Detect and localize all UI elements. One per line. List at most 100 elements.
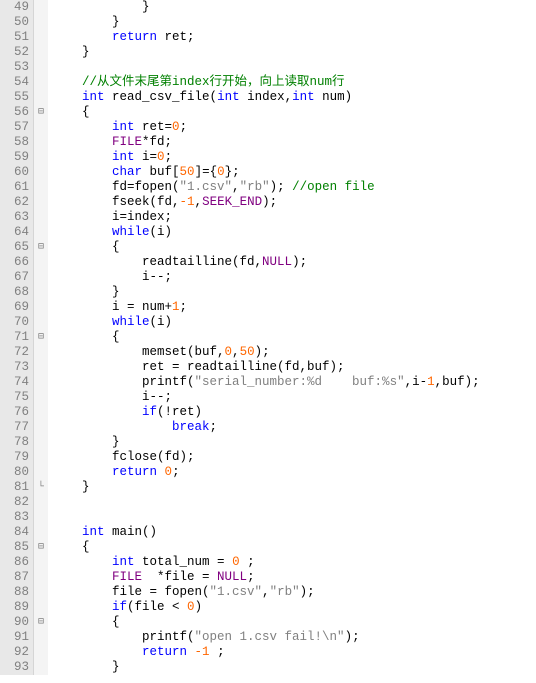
line-number: 92	[0, 645, 29, 660]
code-line[interactable]: i = num+1;	[52, 300, 536, 315]
code-line[interactable]: memset(buf,0,50);	[52, 345, 536, 360]
code-line[interactable]: i=index;	[52, 210, 536, 225]
fold-marker[interactable]: └	[34, 480, 48, 495]
code-line[interactable]: file = fopen("1.csv","rb");	[52, 585, 536, 600]
code-line[interactable]: i--;	[52, 270, 536, 285]
line-number: 82	[0, 495, 29, 510]
fold-marker	[34, 285, 48, 300]
code-line[interactable]: if(file < 0)	[52, 600, 536, 615]
fold-marker[interactable]: ⊟	[34, 615, 48, 630]
code-line[interactable]	[52, 60, 536, 75]
code-line[interactable]: int main()	[52, 525, 536, 540]
fold-marker[interactable]: ⊟	[34, 540, 48, 555]
line-number: 68	[0, 285, 29, 300]
code-line[interactable]: break;	[52, 420, 536, 435]
code-line[interactable]: }	[52, 285, 536, 300]
code-line[interactable]: {	[52, 615, 536, 630]
code-area[interactable]: } } return ret; } //从文件末尾第index行开始，向上读取n…	[48, 0, 536, 675]
line-number: 67	[0, 270, 29, 285]
code-line[interactable]	[52, 495, 536, 510]
fold-marker	[34, 195, 48, 210]
code-line[interactable]: FILE*fd;	[52, 135, 536, 150]
fold-marker[interactable]: ⊟	[34, 330, 48, 345]
code-line[interactable]: }	[52, 660, 536, 675]
code-line[interactable]: {	[52, 105, 536, 120]
line-number: 81	[0, 480, 29, 495]
line-number: 77	[0, 420, 29, 435]
line-number: 55	[0, 90, 29, 105]
line-number-gutter: 4950515253545556575859606162636465666768…	[0, 0, 34, 675]
code-line[interactable]: int i=0;	[52, 150, 536, 165]
code-line[interactable]: ret = readtailline(fd,buf);	[52, 360, 536, 375]
fold-marker	[34, 510, 48, 525]
fold-marker[interactable]: ⊟	[34, 240, 48, 255]
fold-marker	[34, 645, 48, 660]
fold-marker	[34, 435, 48, 450]
fold-marker	[34, 465, 48, 480]
code-line[interactable]: while(i)	[52, 315, 536, 330]
code-line[interactable]: if(!ret)	[52, 405, 536, 420]
code-line[interactable]: int read_csv_file(int index,int num)	[52, 90, 536, 105]
code-line[interactable]: }	[52, 15, 536, 30]
line-number: 56	[0, 105, 29, 120]
code-line[interactable]: return 0;	[52, 465, 536, 480]
code-line[interactable]: fclose(fd);	[52, 450, 536, 465]
line-number: 75	[0, 390, 29, 405]
line-number: 74	[0, 375, 29, 390]
code-line[interactable]: FILE *file = NULL;	[52, 570, 536, 585]
fold-marker	[34, 555, 48, 570]
line-number: 85	[0, 540, 29, 555]
line-number: 69	[0, 300, 29, 315]
fold-marker	[34, 525, 48, 540]
code-line[interactable]: {	[52, 330, 536, 345]
fold-marker	[34, 75, 48, 90]
fold-marker[interactable]: ⊟	[34, 105, 48, 120]
line-number: 90	[0, 615, 29, 630]
code-line[interactable]: }	[52, 0, 536, 15]
line-number: 78	[0, 435, 29, 450]
code-line[interactable]: }	[52, 480, 536, 495]
fold-marker	[34, 15, 48, 30]
line-number: 84	[0, 525, 29, 540]
fold-marker	[34, 150, 48, 165]
line-number: 72	[0, 345, 29, 360]
code-line[interactable]: printf("open 1.csv fail!\n");	[52, 630, 536, 645]
code-line[interactable]: int total_num = 0 ;	[52, 555, 536, 570]
code-line[interactable]: return -1 ;	[52, 645, 536, 660]
fold-marker	[34, 585, 48, 600]
code-line[interactable]: printf("serial_number:%d buf:%s",i-1,buf…	[52, 375, 536, 390]
code-line[interactable]: {	[52, 540, 536, 555]
code-line[interactable]: }	[52, 45, 536, 60]
line-number: 65	[0, 240, 29, 255]
fold-marker	[34, 165, 48, 180]
code-line[interactable]: i--;	[52, 390, 536, 405]
line-number: 51	[0, 30, 29, 45]
code-line[interactable]: //从文件末尾第index行开始，向上读取num行	[52, 75, 536, 90]
code-line[interactable]: while(i)	[52, 225, 536, 240]
code-line[interactable]: {	[52, 240, 536, 255]
code-line[interactable]	[52, 510, 536, 525]
fold-marker	[34, 360, 48, 375]
code-line[interactable]: return ret;	[52, 30, 536, 45]
line-number: 52	[0, 45, 29, 60]
code-line[interactable]: }	[52, 435, 536, 450]
code-line[interactable]: fseek(fd,-1,SEEK_END);	[52, 195, 536, 210]
fold-marker	[34, 420, 48, 435]
code-editor: 4950515253545556575859606162636465666768…	[0, 0, 536, 675]
code-line[interactable]: readtailline(fd,NULL);	[52, 255, 536, 270]
code-line[interactable]: fd=fopen("1.csv","rb"); //open file	[52, 180, 536, 195]
line-number: 73	[0, 360, 29, 375]
line-number: 50	[0, 15, 29, 30]
line-number: 86	[0, 555, 29, 570]
fold-marker	[34, 450, 48, 465]
fold-gutter: ⊟ ⊟ ⊟ └ ⊟ ⊟	[34, 0, 48, 675]
fold-marker	[34, 30, 48, 45]
line-number: 53	[0, 60, 29, 75]
fold-marker	[34, 495, 48, 510]
line-number: 91	[0, 630, 29, 645]
fold-marker	[34, 270, 48, 285]
code-line[interactable]: char buf[50]={0};	[52, 165, 536, 180]
line-number: 93	[0, 660, 29, 675]
fold-marker	[34, 300, 48, 315]
code-line[interactable]: int ret=0;	[52, 120, 536, 135]
